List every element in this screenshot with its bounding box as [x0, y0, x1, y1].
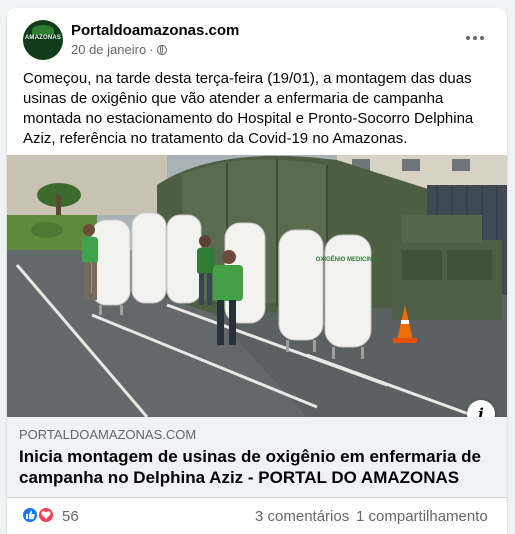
photo-scene: OXIGÊNIO MEDICINAL: [7, 155, 507, 417]
love-icon[interactable]: [37, 506, 55, 524]
shares-count-link[interactable]: 1 compartilhamento: [356, 508, 488, 525]
link-preview-image[interactable]: OXIGÊNIO MEDICINAL: [7, 155, 507, 417]
tank-label: OXIGÊNIO MEDICINAL: [316, 255, 381, 263]
link-preview[interactable]: PORTALDOAMAZONAS.COM Inicia montagem de …: [7, 417, 507, 498]
post-card: AMAZONAS Portaldoamazonas.com 20 de jane…: [7, 8, 507, 534]
page-name-link[interactable]: Portaldoamazonas.com: [71, 22, 239, 39]
post-header: AMAZONAS Portaldoamazonas.com 20 de jane…: [23, 20, 495, 60]
avatar-logo-text: AMAZONAS: [24, 35, 62, 41]
link-domain: PORTALDOAMAZONAS.COM: [19, 427, 197, 442]
more-options-button[interactable]: [461, 26, 489, 50]
page-avatar[interactable]: AMAZONAS: [23, 20, 63, 60]
globe-icon[interactable]: [156, 45, 167, 55]
meta-separator: ·: [149, 42, 154, 57]
post-date-link[interactable]: 20 de janeiro: [71, 42, 146, 57]
post-meta: 20 de janeiro ·: [71, 42, 167, 57]
more-horizontal-icon: [466, 36, 470, 40]
more-dot: [480, 36, 484, 40]
link-title[interactable]: Inicia montagem de usinas de oxigênio em…: [19, 446, 489, 488]
reactions-count[interactable]: 56: [62, 508, 79, 525]
more-dot: [473, 36, 477, 40]
post-footer: 56 3 comentários 1 compartilhamento: [7, 497, 507, 534]
comments-count-link[interactable]: 3 comentários: [255, 508, 349, 525]
post-text: Começou, na tarde desta terça-feira (19/…: [23, 70, 474, 147]
like-icon[interactable]: [21, 506, 39, 524]
avatar-logo-icon: [32, 25, 54, 35]
